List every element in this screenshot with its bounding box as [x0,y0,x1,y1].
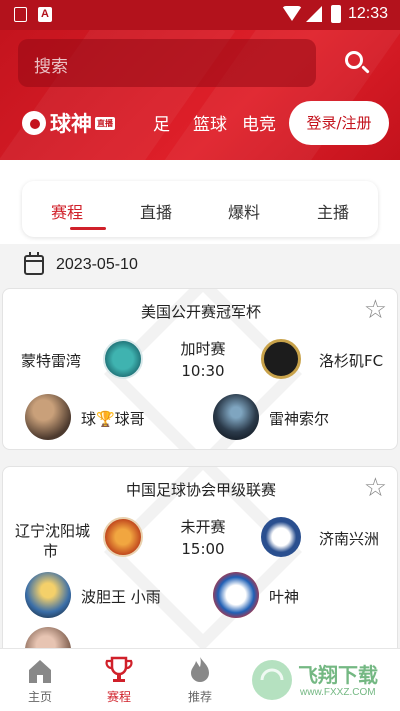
nav-basketball[interactable]: 篮球 [193,110,227,135]
app-logo: 球神 直播 [22,110,115,136]
home-team: 辽宁沈阳城 [15,522,91,540]
nav-esports[interactable]: 电竞 [242,110,276,135]
anchor-avatar[interactable] [213,572,259,618]
login-register-button[interactable]: 登录/注册 [289,101,389,145]
home-team-crest [103,339,143,379]
schedule-tabs: 赛程 直播 爆料 主播 [22,181,378,237]
match-card[interactable]: 美国公开赛冠军杯 ☆ 蒙特雷湾 加时赛 10:30 洛杉矶FC 球🏆球哥 雷神索… [2,288,398,450]
wifi-icon [282,6,302,21]
away-team: 洛杉矶FC [319,352,384,370]
home-team: 蒙特雷湾 [21,352,82,370]
trophy-icon [105,656,133,682]
anchor-name[interactable]: 球🏆球哥 [81,408,145,429]
league-name: 中国足球协会甲级联赛 [125,481,276,499]
anchor-avatar[interactable] [25,572,71,618]
match-status: 加时赛 [180,340,226,358]
tab-live[interactable]: 直播 [126,199,186,223]
search-input[interactable]: 搜索 [18,39,316,87]
notification-icon [14,7,27,22]
search-button[interactable] [336,44,376,84]
status-bar: A 12:33 [0,0,400,30]
favorite-star-icon[interactable]: ☆ [364,475,387,501]
clock: 12:33 [347,5,388,22]
current-date: 2023-05-10 [56,256,138,273]
football-icon [22,111,46,135]
anchor-name[interactable]: 叶神 [269,586,299,607]
away-team-crest [261,517,301,557]
flame-icon [191,657,209,682]
signal-icon [306,6,322,22]
away-team: 济南兴洲 [319,530,380,548]
match-time: 15:00 [181,540,225,558]
favorite-star-icon[interactable]: ☆ [364,297,387,323]
match-time: 10:30 [181,362,225,380]
bottom-tab-home[interactable]: 主页 [10,649,70,711]
home-team: 市 [43,542,59,560]
tab-schedule[interactable]: 赛程 [37,199,97,223]
date-selector[interactable]: 2023-05-10 [0,244,400,288]
home-icon [29,660,51,683]
anchor-name[interactable]: 波胆王 小雨 [81,586,161,607]
tab-anchors[interactable]: 主播 [303,199,363,223]
away-team-crest [261,339,301,379]
battery-icon [331,5,341,23]
anchor-name[interactable]: 雷神索尔 [269,408,329,429]
tab-news[interactable]: 爆料 [214,199,274,223]
bottom-tab-recommend[interactable]: 推荐 [170,649,230,711]
site-watermark: 飞翔下载 www.FXXZ.COM [250,655,400,705]
league-name: 美国公开赛冠军杯 [140,303,261,321]
bottom-tab-schedule[interactable]: 赛程 [89,649,149,711]
active-tab-indicator [70,227,106,230]
anchor-avatar[interactable] [25,394,71,440]
app-header: 搜索 球神 直播 足 篮球 电竞 登录/注册 [0,30,400,160]
app-notification-icon: A [38,7,52,22]
search-icon [345,51,363,69]
calendar-icon [24,252,44,275]
nav-football[interactable]: 足 [153,110,170,135]
anchor-avatar[interactable] [213,394,259,440]
search-placeholder: 搜索 [34,57,68,77]
home-team-crest [103,517,143,557]
match-card[interactable]: 中国足球协会甲级联赛 ☆ 辽宁沈阳城 市 未开赛 15:00 济南兴洲 波胆王 … [2,466,398,666]
match-status: 未开赛 [180,518,226,536]
